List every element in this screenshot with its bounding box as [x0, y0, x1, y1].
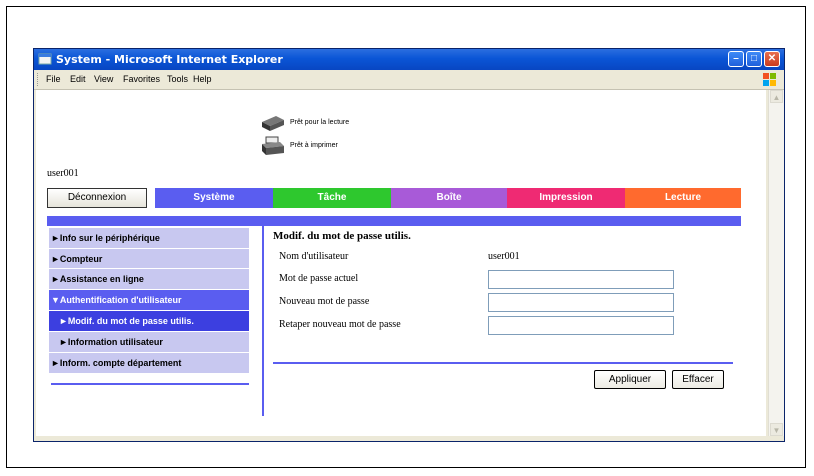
toolbar-grip [37, 73, 41, 86]
maximize-button[interactable]: □ [746, 51, 762, 67]
window-title: System - Microsoft Internet Explorer [56, 53, 283, 66]
tab-label: Impression [539, 192, 593, 203]
sidebar-item-compteur[interactable]: ►Compteur [49, 249, 249, 269]
minimize-button[interactable]: – [728, 51, 744, 67]
current-password-field[interactable] [488, 270, 674, 289]
close-button[interactable]: ✕ [764, 51, 780, 67]
username-value: user001 [488, 251, 520, 262]
page-content: Prêt pour la lecture Prêt à imprimer use… [36, 90, 766, 436]
clear-button[interactable]: Effacer [672, 370, 724, 389]
form-separator [273, 362, 733, 364]
printer-status: Prêt à imprimer [290, 142, 338, 149]
sidebar-item-authentification[interactable]: ▼Authentification d'utilisateur [49, 290, 249, 311]
scanner-status: Prêt pour la lecture [290, 119, 350, 126]
menu-favorites[interactable]: Favorites [123, 70, 160, 89]
logout-button[interactable]: Déconnexion [47, 188, 147, 208]
retype-password-field[interactable] [488, 316, 674, 335]
nav-underline-bar [47, 216, 741, 226]
page-title: Modif. du mot de passe utilis. [273, 230, 411, 242]
menu-bar: File Edit View Favorites Tools Help [34, 70, 784, 90]
tab-impression[interactable]: Impression [507, 188, 625, 208]
tab-boite[interactable]: Boîte [391, 188, 507, 208]
sidebar-underline [51, 383, 249, 385]
sidebar-item-modif-mot-de-passe[interactable]: ►Modif. du mot de passe utilis. [49, 311, 249, 332]
content-divider [262, 226, 264, 416]
menu-tools[interactable]: Tools [167, 70, 188, 89]
menu-edit[interactable]: Edit [70, 70, 86, 89]
tab-systeme[interactable]: Système [155, 188, 273, 208]
vertical-scrollbar[interactable]: ▲ ▼ [768, 90, 784, 436]
browser-window: System - Microsoft Internet Explorer – □… [33, 48, 785, 442]
scanner-icon [262, 116, 284, 131]
scroll-up-icon[interactable]: ▲ [770, 90, 783, 103]
menu-help[interactable]: Help [193, 70, 212, 89]
tab-label: Tâche [317, 192, 347, 203]
menu-file[interactable]: File [46, 70, 61, 89]
apply-button[interactable]: Appliquer [594, 370, 666, 389]
windows-logo-icon [763, 73, 776, 86]
current-password-label: Mot de passe actuel [279, 273, 359, 284]
scroll-down-icon[interactable]: ▼ [770, 423, 783, 436]
sidebar: ►Info sur le périphérique ►Compteur ►Ass… [47, 226, 254, 416]
tab-label: Lecture [664, 192, 702, 203]
new-password-label: Nouveau mot de passe [279, 296, 370, 307]
main-nav: Déconnexion Système Tâche Boîte Impressi… [47, 188, 741, 208]
tab-label: Boîte [436, 192, 462, 203]
sidebar-item-info-peripherique[interactable]: ►Info sur le périphérique [49, 228, 249, 249]
menu-view[interactable]: View [94, 70, 113, 89]
sidebar-item-compte-departement[interactable]: ►Inform. compte département [49, 353, 249, 374]
tab-lecture[interactable]: Lecture [625, 188, 741, 208]
sidebar-item-information-utilisateur[interactable]: ►Information utilisateur [49, 332, 249, 353]
logged-in-user: user001 [47, 168, 79, 179]
new-password-field[interactable] [488, 293, 674, 312]
printer-icon [262, 136, 284, 155]
tab-tache[interactable]: Tâche [273, 188, 391, 208]
browser-icon [38, 53, 52, 65]
title-bar: System - Microsoft Internet Explorer – □… [34, 49, 784, 70]
retype-password-label: Retaper nouveau mot de passe [279, 319, 401, 330]
sidebar-item-assistance[interactable]: ►Assistance en ligne [49, 269, 249, 290]
username-label: Nom d'utilisateur [279, 251, 349, 262]
tab-label: Système [193, 192, 235, 203]
